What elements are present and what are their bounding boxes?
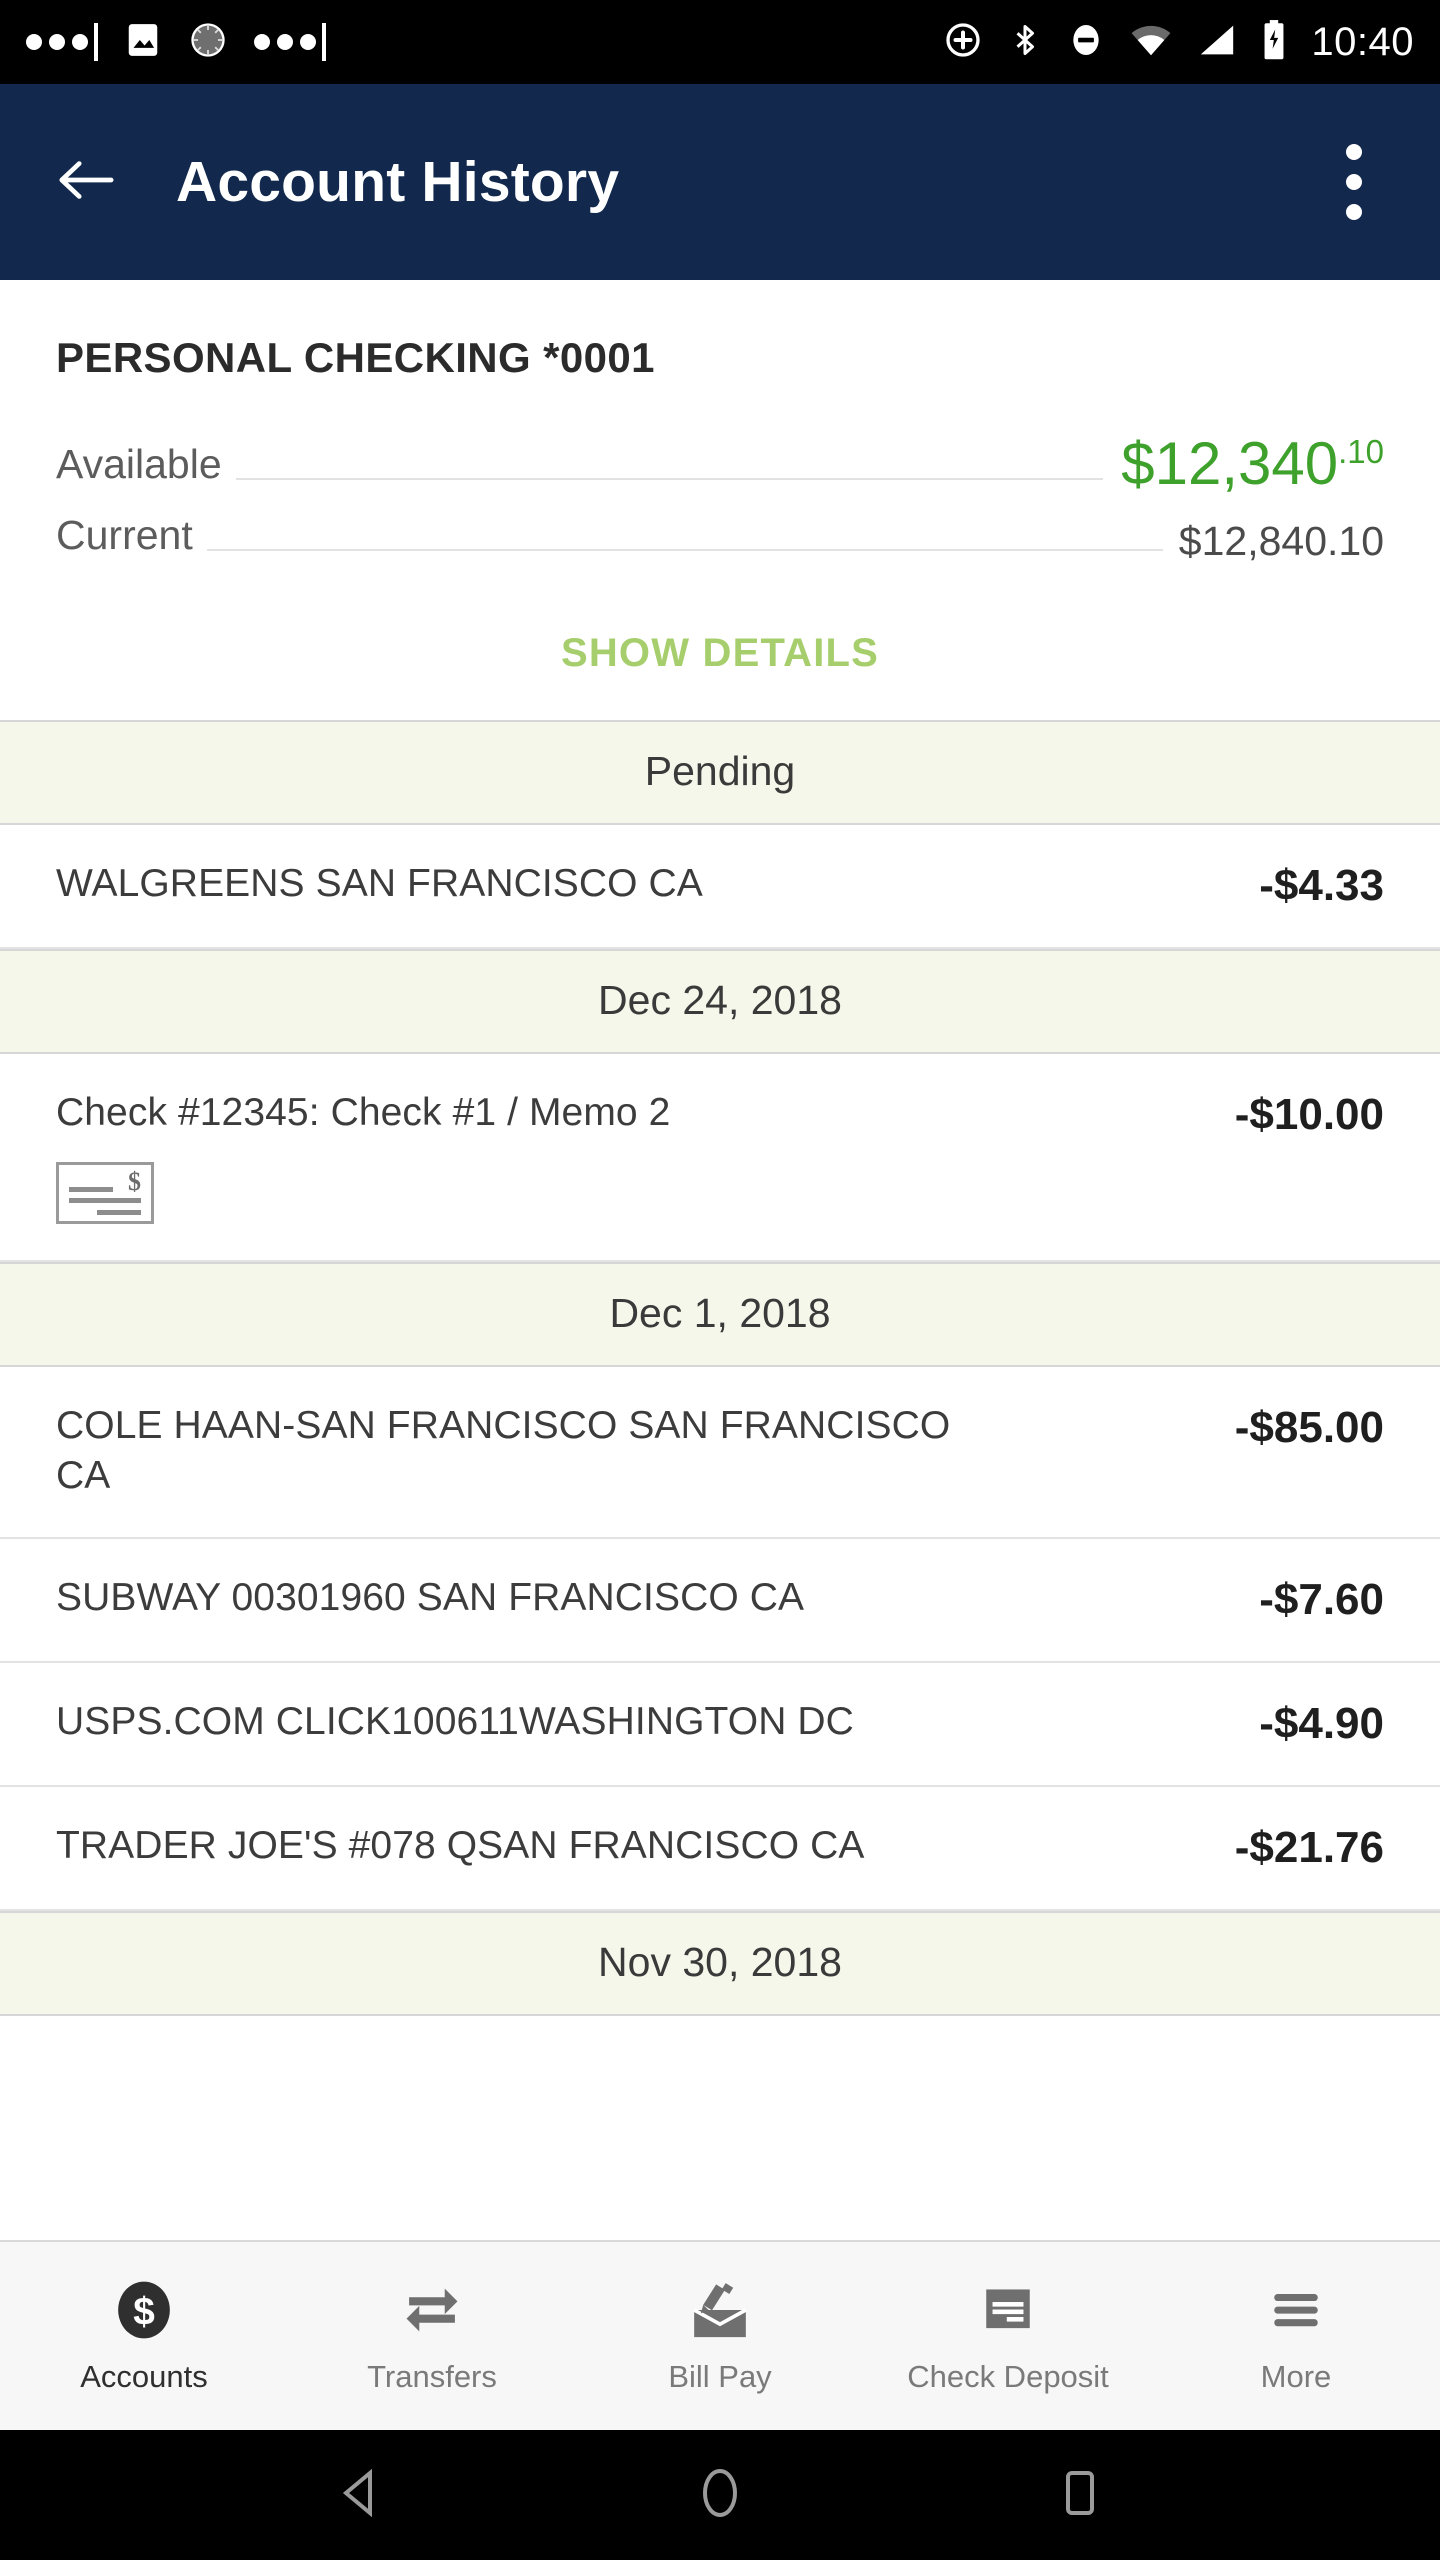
cellular-signal-icon — [1197, 22, 1237, 63]
bluetooth-icon — [1007, 20, 1043, 65]
available-amount: $12,340.10 — [1103, 422, 1384, 494]
tab-accounts[interactable]: $ Accounts — [0, 2242, 288, 2430]
more-vertical-icon — [1346, 144, 1362, 160]
transaction-left: USPS.COM CLICK100611WASHINGTON DC — [56, 1697, 854, 1747]
leader-line — [206, 549, 1163, 551]
tab-label-accounts: Accounts — [80, 2359, 208, 2394]
available-label: Available — [56, 441, 222, 487]
image-icon — [124, 21, 162, 64]
nav-recents-square-icon — [1062, 2469, 1098, 2522]
transfer-arrows-icon — [401, 2277, 463, 2343]
tab-label-transfers: Transfers — [367, 2359, 497, 2394]
tab-bill-pay[interactable]: Bill Pay — [576, 2242, 864, 2430]
hamburger-menu-icon — [1267, 2277, 1325, 2343]
tab-label-bill-pay: Bill Pay — [668, 2359, 772, 2394]
transaction-left: SUBWAY 00301960 SAN FRANCISCO CA — [56, 1573, 804, 1623]
transaction-description: WALGREENS SAN FRANCISCO CA — [56, 862, 703, 905]
phone-screen: 10:40 Account History PERSONAL CHECKING … — [0, 0, 1440, 2560]
back-button[interactable] — [48, 144, 124, 220]
transaction-amount: -$4.33 — [1259, 861, 1384, 910]
transaction-description: SUBWAY 00301960 SAN FRANCISCO CA — [56, 1575, 805, 1619]
transaction-description: USPS.COM CLICK100611WASHINGTON DC — [56, 1699, 854, 1743]
bottom-tab-bar: $ Accounts Transfers Bill Pay Check Depo… — [0, 2240, 1440, 2430]
section-header: Dec 24, 2018 — [0, 949, 1440, 1054]
tab-label-check-deposit: Check Deposit — [907, 2359, 1109, 2394]
transaction-left: Check #12345: Check #1 / Memo 2 $ — [56, 1088, 670, 1224]
account-summary: PERSONAL CHECKING *0001 Available $12,34… — [0, 280, 1440, 720]
do-not-disturb-icon — [1067, 20, 1105, 65]
transaction-amount: -$21.76 — [1234, 1822, 1384, 1872]
transaction-row[interactable]: Check #12345: Check #1 / Memo 2 $ -$10.00 — [0, 1054, 1440, 1262]
transaction-amount: -$85.00 — [1234, 1402, 1384, 1452]
android-status-bar: 10:40 — [0, 0, 1440, 84]
transaction-list: Pending WALGREENS SAN FRANCISCO CA -$4.33 D… — [0, 720, 1440, 2016]
available-cents: .10 — [1338, 433, 1384, 470]
android-navigation-bar — [0, 2430, 1440, 2560]
tab-label-more: More — [1260, 2359, 1332, 2394]
check-deposit-icon — [979, 2277, 1037, 2343]
current-balance-row: Current $12,840.10 — [56, 512, 1384, 565]
battery-charging-icon — [1261, 19, 1287, 66]
transaction-description: Check #12345: Check #1 / Memo 2 — [56, 1091, 671, 1134]
transaction-row[interactable]: TRADER JOE'S #078 QSAN FRANCISCO CA -$21.… — [0, 1786, 1440, 1911]
tab-transfers[interactable]: Transfers — [288, 2242, 576, 2430]
sync-spinner-icon — [188, 20, 228, 65]
nav-back-button[interactable] — [315, 2450, 405, 2540]
dollar-circle-icon: $ — [113, 2277, 175, 2343]
section-header: Pending — [0, 720, 1440, 825]
nav-home-button[interactable] — [675, 2450, 765, 2540]
transaction-amount: -$7.60 — [1259, 1574, 1384, 1624]
current-label: Current — [56, 512, 193, 558]
transaction-left: TRADER JOE'S #078 QSAN FRANCISCO CA — [56, 1821, 864, 1871]
section-header: Dec 1, 2018 — [0, 1261, 1440, 1367]
app-bar: Account History — [0, 84, 1440, 280]
tab-more[interactable]: More — [1152, 2242, 1440, 2430]
transaction-description: COLE HAAN-SAN FRANCISCO SAN FRANCISCO CA — [56, 1403, 951, 1497]
overflow-menu-button[interactable] — [1316, 137, 1392, 227]
page-title: Account History — [176, 150, 620, 214]
transaction-row[interactable]: COLE HAAN-SAN FRANCISCO SAN FRANCISCO CA… — [0, 1366, 1440, 1539]
show-details-wrapper: SHOW DETAILS — [56, 583, 1384, 720]
status-bar-clock: 10:40 — [1311, 19, 1414, 64]
leader-line — [235, 478, 1104, 480]
check-image-icon[interactable]: $ — [56, 1161, 154, 1224]
nav-recents-button[interactable] — [1035, 2450, 1125, 2540]
status-bar-system-icons: 10:40 — [943, 19, 1414, 66]
transaction-row[interactable]: WALGREENS SAN FRANCISCO CA -$4.33 — [0, 825, 1440, 949]
show-details-button[interactable]: SHOW DETAILS — [561, 631, 879, 676]
status-bar-notification-icons — [26, 20, 326, 65]
tab-check-deposit[interactable]: Check Deposit — [864, 2242, 1152, 2430]
transaction-amount: -$4.90 — [1259, 1698, 1384, 1748]
transaction-left: COLE HAAN-SAN FRANCISCO SAN FRANCISCO CA — [56, 1401, 956, 1501]
available-dollars: $12,340 — [1121, 430, 1339, 497]
account-name: PERSONAL CHECKING *0001 — [56, 334, 655, 381]
more-dots-icon — [254, 23, 326, 61]
current-amount: $12,840.10 — [1178, 518, 1384, 564]
transaction-description: TRADER JOE'S #078 QSAN FRANCISCO CA — [56, 1823, 865, 1867]
add-circle-icon — [943, 20, 983, 65]
envelope-pen-icon — [689, 2277, 751, 2343]
account-history-content[interactable]: PERSONAL CHECKING *0001 Available $12,34… — [0, 280, 1440, 2240]
more-dots-icon — [26, 23, 98, 61]
transaction-amount: -$10.00 — [1234, 1090, 1384, 1139]
transaction-row[interactable]: USPS.COM CLICK100611WASHINGTON DC -$4.90 — [0, 1662, 1440, 1787]
svg-text:$: $ — [133, 2290, 155, 2333]
transaction-row[interactable]: SUBWAY 00301960 SAN FRANCISCO CA -$7.60 — [0, 1538, 1440, 1663]
arrow-left-icon — [55, 155, 117, 210]
available-balance-row: Available $12,340.10 — [56, 422, 1384, 494]
nav-back-triangle-icon — [338, 2468, 382, 2522]
nav-home-circle-icon — [698, 2467, 742, 2524]
wifi-icon — [1129, 22, 1173, 63]
transaction-left: WALGREENS SAN FRANCISCO CA — [56, 859, 703, 909]
section-header: Nov 30, 2018 — [0, 1910, 1440, 2016]
